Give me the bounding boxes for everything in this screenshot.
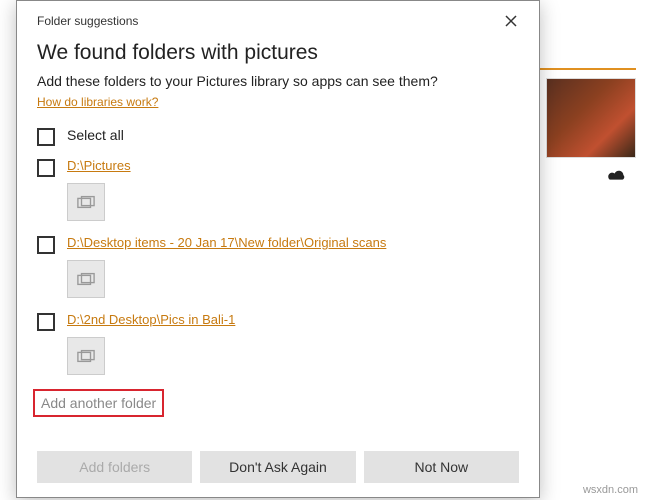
folder-path-link[interactable]: D:\2nd Desktop\Pics in Bali-1 <box>67 312 235 327</box>
dont-ask-again-button[interactable]: Don't Ask Again <box>200 451 355 483</box>
folder-thumbnail[interactable] <box>67 260 105 298</box>
folder-checkbox[interactable] <box>37 236 55 254</box>
folder-suggestions-dialog: Folder suggestions We found folders with… <box>16 0 540 498</box>
add-folders-button[interactable]: Add folders <box>37 451 192 483</box>
close-button[interactable] <box>497 7 525 35</box>
folder-path-link[interactable]: D:\Pictures <box>67 158 131 173</box>
select-all-label: Select all <box>67 127 124 143</box>
dialog-subtext: Add these folders to your Pictures libra… <box>37 73 519 89</box>
cloud-icon <box>606 168 628 189</box>
watermark-text: wsxdn.com <box>583 484 638 496</box>
background-photo-thumbnail[interactable] <box>546 78 636 158</box>
folder-thumbnail[interactable] <box>67 183 105 221</box>
folder-checkbox[interactable] <box>37 159 55 177</box>
dialog-title: Folder suggestions <box>37 14 138 28</box>
help-link[interactable]: How do libraries work? <box>37 95 158 109</box>
dialog-heading: We found folders with pictures <box>37 41 519 65</box>
folder-path-link[interactable]: D:\Desktop items - 20 Jan 17\New folder\… <box>67 235 386 250</box>
select-all-checkbox[interactable] <box>37 128 55 146</box>
add-another-folder-button[interactable]: Add another folder <box>33 389 164 417</box>
folder-thumbnail[interactable] <box>67 337 105 375</box>
not-now-button[interactable]: Not Now <box>364 451 519 483</box>
folder-checkbox[interactable] <box>37 313 55 331</box>
